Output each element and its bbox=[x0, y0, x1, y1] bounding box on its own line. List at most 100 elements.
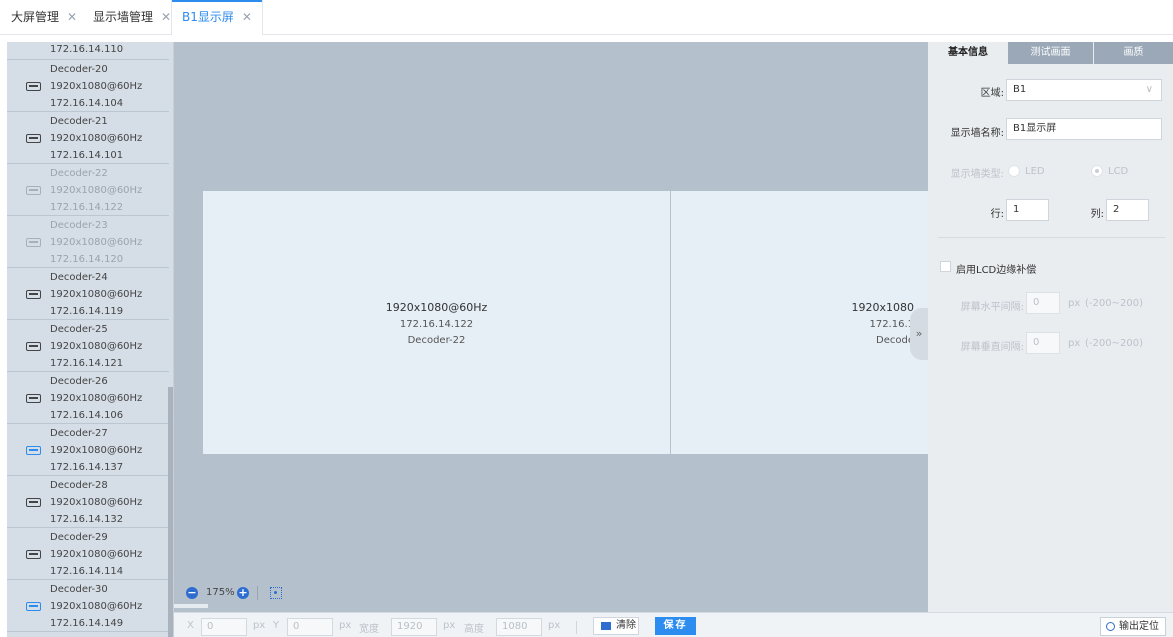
canvas-scrollbar[interactable] bbox=[174, 604, 208, 608]
screen-cell-2[interactable]: 1920x1080 172.16.1 Decode bbox=[671, 191, 928, 454]
tab-label: 显示墙管理 bbox=[93, 10, 154, 24]
decoder-resolution: 1920x1080@60Hz bbox=[50, 601, 143, 612]
list-item[interactable]: Decoder-22 1920x1080@60Hz 172.16.14.122 bbox=[7, 164, 169, 216]
decoder-resolution: 1920x1080@60Hz bbox=[50, 289, 143, 300]
tab-basic-info[interactable]: 基本信息 bbox=[928, 42, 1008, 64]
y-input[interactable]: 0 bbox=[287, 618, 333, 636]
decoder-resolution: 1920x1080@60Hz bbox=[50, 549, 143, 560]
zoom-in-icon[interactable]: + bbox=[237, 587, 249, 599]
bottom-toolbar: X 0 px Y 0 px 宽度 1920 px 高度 1080 px 清除 保… bbox=[174, 612, 1173, 637]
zoom-out-icon[interactable]: − bbox=[186, 587, 198, 599]
h-gap-label: 屏幕水平间隔: bbox=[960, 302, 1024, 313]
chevron-down-icon: ∨ bbox=[1145, 84, 1153, 95]
list-scrollbar[interactable] bbox=[168, 387, 173, 637]
height-input[interactable]: 1080 bbox=[496, 618, 542, 636]
tab-bar: 大屏管理 ✕ 显示墙管理 ✕ B1显示屏 ✕ bbox=[0, 0, 1173, 35]
target-icon bbox=[1106, 622, 1115, 631]
locate-label: 输出定位 bbox=[1119, 621, 1159, 632]
decoder-name: Decoder-22 bbox=[50, 168, 108, 179]
close-icon[interactable]: ✕ bbox=[161, 10, 171, 24]
screen-cell-1[interactable]: 1920x1080@60Hz 172.16.14.122 Decoder-22 bbox=[203, 191, 671, 454]
monitor-icon bbox=[26, 290, 41, 299]
screen-decoder: Decode bbox=[876, 335, 914, 346]
decoder-resolution: 1920x1080@60Hz bbox=[50, 341, 143, 352]
list-item[interactable]: Decoder-29 1920x1080@60Hz 172.16.14.114 bbox=[7, 528, 169, 580]
screen-resolution: 1920x1080 bbox=[851, 301, 915, 314]
monitor-icon bbox=[26, 238, 41, 247]
unit-label: px bbox=[1068, 338, 1081, 349]
decoder-resolution: 1920x1080@60Hz bbox=[50, 497, 143, 508]
decoder-resolution: 1920x1080@60Hz bbox=[50, 393, 143, 404]
close-icon[interactable]: ✕ bbox=[242, 10, 252, 24]
decoder-resolution: 1920x1080@60Hz bbox=[50, 185, 143, 196]
unit-label: px bbox=[443, 620, 456, 631]
decoder-ip: 172.16.14.106 bbox=[50, 410, 124, 421]
double-chevron-right-icon: » bbox=[915, 327, 923, 340]
tab-label: 大屏管理 bbox=[11, 10, 60, 24]
decoder-ip: 172.16.14.132 bbox=[50, 514, 124, 525]
decoder-name: Decoder-28 bbox=[50, 480, 108, 491]
decoder-name: Decoder-27 bbox=[50, 428, 108, 439]
radio-lcd[interactable] bbox=[1091, 165, 1103, 177]
decoder-name: Decoder-26 bbox=[50, 376, 108, 387]
region-select[interactable]: B1 ∨ bbox=[1006, 79, 1162, 101]
list-item[interactable]: Decoder-26 1920x1080@60Hz 172.16.14.106 bbox=[7, 372, 169, 424]
decoder-ip: 172.16.14.101 bbox=[50, 150, 124, 161]
v-gap-label: 屏幕垂直间隔: bbox=[960, 342, 1024, 353]
list-item[interactable]: Decoder-23 1920x1080@60Hz 172.16.14.120 bbox=[7, 216, 169, 268]
decoder-resolution: 1920x1080@60Hz bbox=[50, 445, 143, 456]
bezel-compensation-checkbox[interactable] bbox=[940, 261, 951, 272]
decoder-resolution: 1920x1080@60Hz bbox=[50, 133, 143, 144]
list-item[interactable]: Decoder-24 1920x1080@60Hz 172.16.14.119 bbox=[7, 268, 169, 320]
v-gap-input[interactable]: 0 bbox=[1026, 332, 1060, 354]
decoder-resolution: 1920x1080@60Hz bbox=[50, 81, 143, 92]
save-button[interactable]: 保存 bbox=[655, 617, 696, 635]
tab-image-quality[interactable]: 画质 bbox=[1094, 42, 1173, 64]
decoder-resolution: 1920x1080@60Hz bbox=[50, 237, 143, 248]
tab-display-wall-management[interactable]: 显示墙管理 ✕ bbox=[93, 0, 171, 35]
radio-lcd-label: LCD bbox=[1108, 166, 1129, 177]
collapse-panel-button[interactable]: » bbox=[910, 308, 928, 360]
decoder-name: Decoder-20 bbox=[50, 64, 108, 75]
tab-test-pattern[interactable]: 测试画面 bbox=[1008, 42, 1093, 64]
output-locate-button[interactable]: 输出定位 bbox=[1100, 617, 1166, 636]
x-input[interactable]: 0 bbox=[201, 618, 247, 636]
monitor-icon bbox=[26, 342, 41, 351]
unit-label: px bbox=[548, 620, 561, 631]
screen-ip: 172.16.1 bbox=[869, 319, 914, 330]
rows-input[interactable]: 1 bbox=[1006, 199, 1049, 221]
radio-led[interactable] bbox=[1008, 165, 1020, 177]
decoder-ip: 172.16.14.110 bbox=[50, 44, 124, 55]
h-gap-input[interactable]: 0 bbox=[1026, 292, 1060, 314]
list-item[interactable]: 172.16.14.110 bbox=[7, 42, 169, 60]
unit-label: px bbox=[339, 620, 352, 631]
monitor-icon bbox=[26, 446, 41, 455]
width-input[interactable]: 1920 bbox=[391, 618, 437, 636]
monitor-icon bbox=[26, 134, 41, 143]
list-item[interactable]: Decoder-25 1920x1080@60Hz 172.16.14.121 bbox=[7, 320, 169, 372]
range-hint: (-200~200) bbox=[1085, 338, 1143, 349]
clear-button[interactable]: 清除 bbox=[593, 617, 639, 635]
y-label: Y bbox=[273, 620, 280, 631]
list-item[interactable]: Decoder-20 1920x1080@60Hz 172.16.14.104 bbox=[7, 60, 169, 112]
screen-ip: 172.16.14.122 bbox=[399, 319, 474, 330]
screen-decoder: Decoder-22 bbox=[407, 335, 466, 346]
decoder-name: Decoder-24 bbox=[50, 272, 108, 283]
close-icon[interactable]: ✕ bbox=[67, 10, 77, 24]
zoom-level: 175% bbox=[206, 587, 235, 598]
wall-name-input[interactable]: B1显示屏 bbox=[1006, 118, 1162, 140]
x-label: X bbox=[187, 620, 194, 631]
wall-canvas[interactable]: 1920x1080@60Hz 172.16.14.122 Decoder-22 … bbox=[174, 42, 928, 612]
list-item[interactable]: Decoder-27 1920x1080@60Hz 172.16.14.137 bbox=[7, 424, 169, 476]
list-item[interactable]: Decoder-21 1920x1080@60Hz 172.16.14.101 bbox=[7, 112, 169, 164]
tab-b1-display[interactable]: B1显示屏 ✕ bbox=[171, 0, 263, 35]
cols-label: 列: bbox=[1090, 209, 1104, 220]
decoder-ip: 172.16.14.120 bbox=[50, 254, 124, 265]
divider bbox=[257, 586, 258, 600]
decoder-name: Decoder-23 bbox=[50, 220, 108, 231]
fit-screen-icon[interactable] bbox=[270, 587, 282, 599]
tab-big-screen-management[interactable]: 大屏管理 ✕ bbox=[11, 0, 77, 35]
list-item[interactable]: Decoder-30 1920x1080@60Hz 172.16.14.149 bbox=[7, 580, 169, 632]
list-item[interactable]: Decoder-28 1920x1080@60Hz 172.16.14.132 bbox=[7, 476, 169, 528]
cols-input[interactable]: 2 bbox=[1106, 199, 1149, 221]
